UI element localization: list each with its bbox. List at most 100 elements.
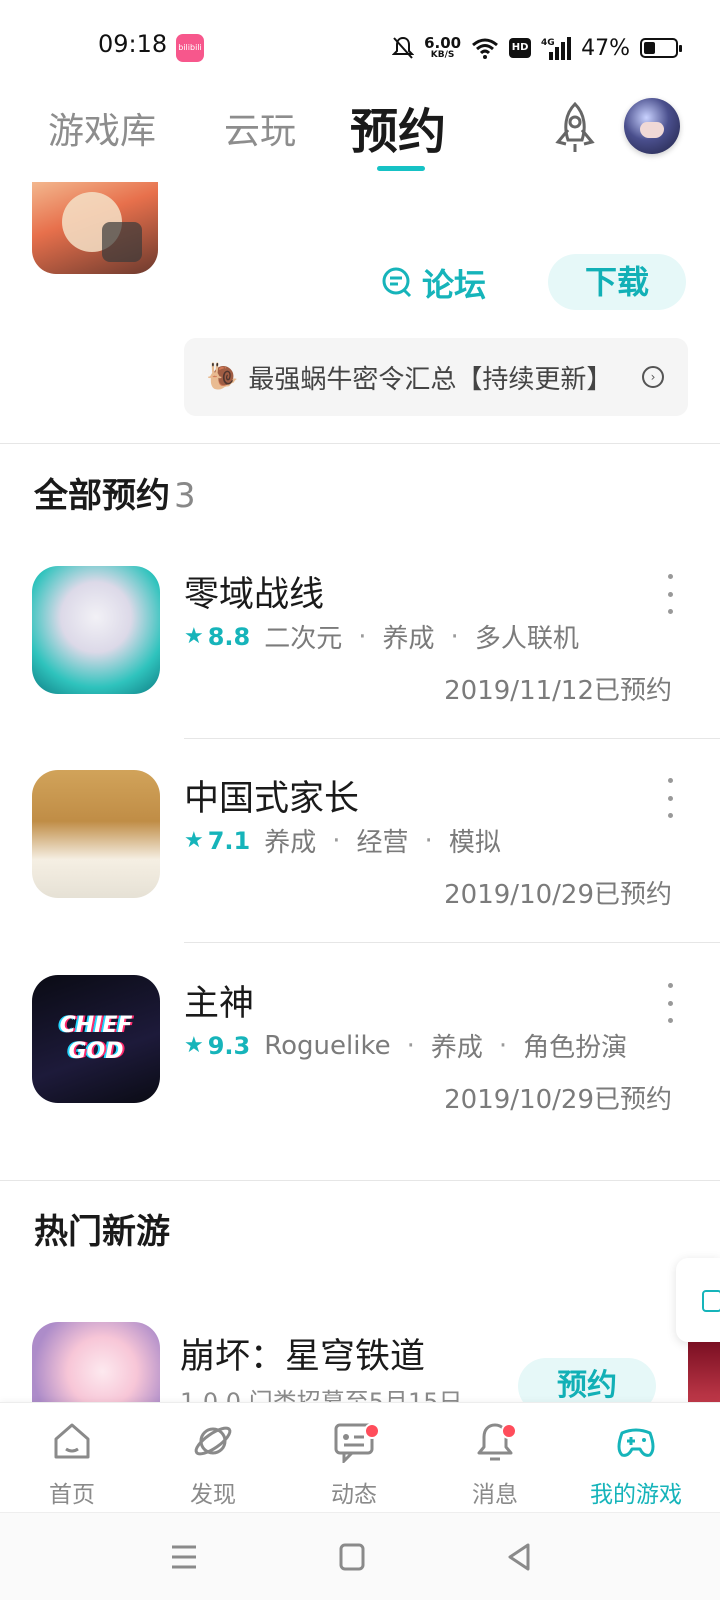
- tab-cloud-play[interactable]: 云玩: [224, 102, 296, 154]
- game-icon-chinese-parents[interactable]: [32, 770, 160, 898]
- net-speed: 6.00 KB/S: [424, 36, 461, 60]
- system-nav-bar: [0, 1512, 720, 1600]
- reservation-item[interactable]: CHIEF GOD 主神 ★ 9.3 Roguelike · 养成 · 角色扮演…: [0, 975, 720, 1180]
- game-tag: 养成: [382, 624, 435, 654]
- game-name: 主神: [184, 984, 255, 1024]
- nav-discover-label: 发现: [190, 1482, 236, 1508]
- download-button[interactable]: 下载: [548, 254, 686, 310]
- game-tag: 经营: [356, 828, 409, 858]
- mute-bell-icon: [392, 36, 415, 59]
- tag-separator: ·: [332, 825, 341, 856]
- status-time: 09:18: [98, 30, 168, 58]
- game-tag: 二次元: [264, 624, 343, 654]
- game-tag: 养成: [264, 828, 317, 858]
- wifi-icon: [472, 38, 499, 59]
- reservation-item[interactable]: 中国式家长 ★ 7.1 养成 · 经营 · 模拟 2019/10/29已预约: [0, 770, 720, 975]
- nav-home-label: 首页: [49, 1482, 95, 1508]
- game-icon-chief-god[interactable]: CHIEF GOD: [32, 975, 160, 1103]
- reserve-button[interactable]: 预约: [518, 1358, 656, 1402]
- reservation-date: 2019/10/29已预约: [444, 1085, 672, 1115]
- game-meta: ★ 7.1 养成 · 经营 · 模拟: [184, 822, 501, 859]
- game-meta: ★ 9.3 Roguelike · 养成 · 角色扮演: [184, 1027, 627, 1064]
- more-options-icon[interactable]: [664, 574, 676, 614]
- tab-game-library[interactable]: 游戏库: [48, 102, 156, 154]
- game-score: 9.3: [207, 1031, 251, 1060]
- tag-separator: ·: [358, 621, 367, 652]
- active-tab-indicator: [377, 166, 425, 171]
- forum-chat-icon: [382, 267, 412, 298]
- nav-discover[interactable]: 发现: [141, 1403, 285, 1513]
- hd-badge: HD: [509, 38, 532, 58]
- net-speed-unit: KB/S: [430, 50, 455, 60]
- nav-feed-label: 动态: [331, 1482, 377, 1508]
- svg-text:4G: 4G: [541, 38, 555, 48]
- hot-game-name: 崩坏：星穹铁道: [180, 1337, 426, 1377]
- net-speed-value: 6.00: [424, 34, 462, 52]
- game-meta: ★ 8.8 二次元 · 养成 · 多人联机: [184, 618, 579, 655]
- status-indicators: 6.00 KB/S HD 4G 47%: [392, 32, 682, 64]
- back-triangle-icon[interactable]: [500, 1539, 540, 1575]
- star-icon: ★: [184, 624, 204, 649]
- battery-percent: 47%: [581, 35, 630, 61]
- nav-feed[interactable]: 动态: [282, 1403, 426, 1513]
- section-divider: [0, 1180, 720, 1181]
- row-divider: [184, 942, 720, 943]
- nav-messages-label: 消息: [472, 1482, 518, 1508]
- more-options-icon[interactable]: [664, 983, 676, 1023]
- star-icon: ★: [184, 828, 204, 853]
- nav-messages[interactable]: 消息: [423, 1403, 567, 1513]
- game-tag: 角色扮演: [523, 1033, 628, 1063]
- game-name: 中国式家长: [184, 779, 360, 819]
- nav-home[interactable]: 首页: [0, 1403, 144, 1513]
- status-bar: 09:18 bilibili 6.00 KB/S HD 4G 47%: [0, 0, 720, 92]
- code-banner[interactable]: 🐌 最强蜗牛密令汇总【持续更新】 ›: [184, 338, 688, 416]
- battery-icon: [640, 38, 682, 58]
- chief-god-logo-line1: CHIEF: [59, 1013, 133, 1038]
- pinned-game-icon[interactable]: [32, 182, 158, 274]
- signal-icon: 4G: [541, 37, 572, 60]
- nav-my-games[interactable]: 我的游戏: [564, 1403, 708, 1513]
- row-divider: [184, 738, 720, 739]
- forum-label: 论坛: [422, 266, 487, 304]
- user-avatar[interactable]: [624, 98, 680, 154]
- planet-icon: [194, 1426, 232, 1456]
- reservation-item[interactable]: 零域战线 ★ 8.8 二次元 · 养成 · 多人联机 2019/11/12已预约: [0, 566, 720, 771]
- tag-separator: ·: [424, 825, 433, 856]
- tag-separator: ·: [450, 621, 459, 652]
- reservation-count: 3: [174, 476, 196, 516]
- rocket-icon[interactable]: [548, 100, 602, 158]
- home-square-icon[interactable]: [332, 1539, 372, 1575]
- home-icon: [54, 1423, 90, 1459]
- all-reservations-title: 全部预约 3: [34, 468, 196, 517]
- star-icon: ★: [184, 1033, 204, 1058]
- pinned-game-card: 论坛 下载 🐌 最强蜗牛密令汇总【持续更新】 ›: [0, 182, 720, 452]
- feed-badge-dot: [364, 1423, 380, 1439]
- hot-game-item[interactable]: 崩坏：星穹铁道 1.0.0 门类招募至5月15日 预约: [0, 1322, 720, 1402]
- more-options-icon[interactable]: [664, 778, 676, 818]
- game-icon-lingyu[interactable]: [32, 566, 160, 694]
- chevron-right-icon: ›: [642, 366, 664, 388]
- tag-separator: ·: [498, 1030, 508, 1061]
- code-banner-text: 最强蜗牛密令汇总【持续更新】: [248, 364, 613, 395]
- game-tag: 养成: [430, 1033, 483, 1063]
- tag-separator: ·: [406, 1030, 415, 1061]
- gamepad-icon: [617, 1428, 655, 1457]
- game-name: 零域战线: [184, 575, 325, 615]
- hot-new-title: 热门新游: [34, 1212, 170, 1252]
- game-icon-star-rail[interactable]: [32, 1322, 160, 1402]
- tab-reserve[interactable]: 预约: [350, 92, 446, 162]
- menu-icon[interactable]: [164, 1539, 204, 1575]
- section-divider: [0, 443, 720, 444]
- all-reservations-label: 全部预约: [34, 476, 170, 516]
- reservation-date: 2019/11/12已预约: [444, 676, 672, 706]
- reservation-date: 2019/10/29已预约: [444, 880, 672, 910]
- game-score: 7.1: [207, 826, 251, 855]
- game-score: 8.8: [207, 622, 251, 651]
- next-game-card-peek[interactable]: [688, 1342, 720, 1404]
- messages-badge-dot: [501, 1423, 517, 1439]
- top-tab-bar: 游戏库 云玩 预约: [0, 92, 720, 182]
- game-tag: 多人联机: [474, 624, 579, 654]
- forum-button[interactable]: 论坛: [380, 260, 486, 306]
- nav-my-games-label: 我的游戏: [590, 1482, 682, 1508]
- game-tag: 模拟: [448, 828, 501, 858]
